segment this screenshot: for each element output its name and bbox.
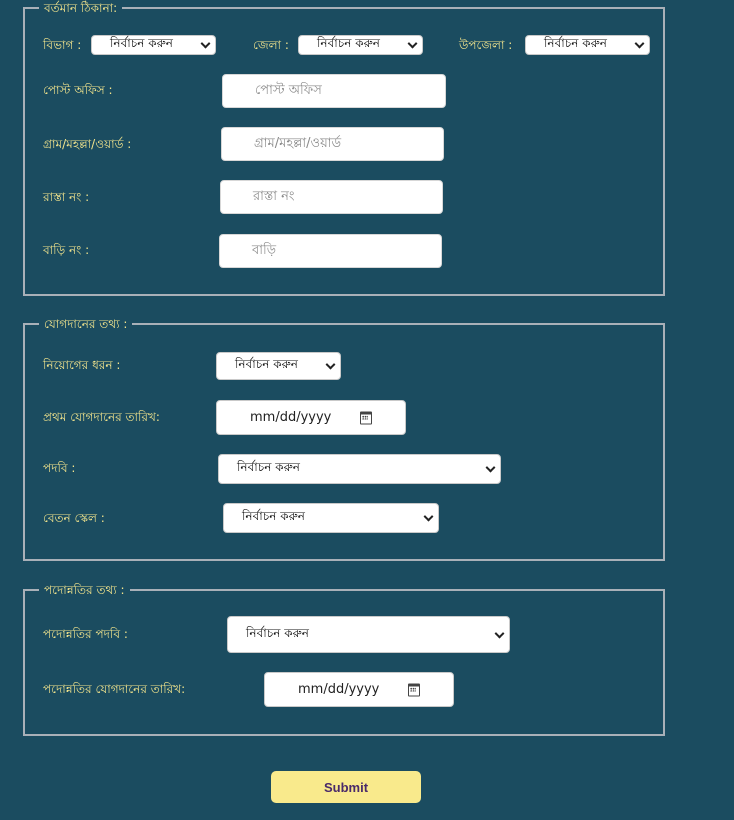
district-select-value: নির্বাচন করুন	[317, 36, 380, 50]
first-join-date-label: প্রথম যোগদানের তারিখ:	[43, 410, 160, 424]
upazila-select[interactable]: নির্বাচন করুন	[525, 35, 650, 55]
pay-scale-select[interactable]: নির্বাচন করুন	[223, 503, 439, 533]
promotion-join-date-label: পদোন্নতির যোগদানের তারিখ:	[43, 682, 186, 696]
chevron-down-icon	[325, 359, 336, 370]
division-select[interactable]: নির্বাচন করুন	[91, 35, 216, 55]
promotion-fieldset: পদোন্নতির তথ্য :	[23, 582, 665, 736]
promotion-designation-label: পদোন্নতির পদবি :	[43, 627, 128, 641]
house-placeholder: বাড়ি	[252, 242, 277, 258]
village-input[interactable]: গ্রাম/মহল্লা/ওয়ার্ড	[221, 127, 444, 161]
chevron-down-icon	[200, 38, 211, 49]
first-join-date-input[interactable]: mm/dd/yyyy	[216, 400, 406, 435]
district-select[interactable]: নির্বাচন করুন	[298, 35, 423, 55]
post-office-placeholder: পোস্ট অফিস	[255, 82, 322, 98]
pay-scale-label: বেতন স্কেল :	[43, 511, 105, 525]
promotion-legend: পদোন্নতির তথ্য :	[39, 582, 130, 598]
district-label: জেলা :	[253, 38, 289, 52]
chevron-down-icon	[407, 38, 418, 49]
house-label: বাড়ি নং :	[43, 243, 90, 257]
designation-value: নির্বাচন করুন	[237, 460, 300, 474]
chevron-down-icon	[494, 628, 505, 639]
designation-label: পদবি :	[43, 461, 76, 475]
division-select-value: নির্বাচন করুন	[110, 36, 173, 50]
submit-button[interactable]: Submit	[271, 771, 421, 803]
promotion-designation-value: নির্বাচন করুন	[246, 625, 309, 640]
division-label: বিভাগ :	[43, 38, 82, 52]
upazila-select-value: নির্বাচন করুন	[544, 36, 607, 50]
house-input[interactable]: বাড়ি	[219, 234, 442, 268]
designation-select[interactable]: নির্বাচন করুন	[218, 454, 501, 484]
chevron-down-icon	[423, 511, 434, 522]
road-placeholder: রাস্তা নং	[253, 188, 295, 204]
appointment-type-value: নির্বাচন করুন	[235, 357, 298, 371]
promotion-join-date-input[interactable]: mm/dd/yyyy	[264, 672, 454, 707]
post-office-input[interactable]: পোস্ট অফিস	[222, 74, 446, 108]
post-office-label: পোস্ট অফিস :	[43, 83, 113, 97]
road-input[interactable]: রাস্তা নং	[220, 180, 443, 214]
village-label: গ্রাম/মহল্লা/ওয়ার্ড :	[43, 137, 132, 151]
upazila-label: উপজেলা :	[459, 38, 513, 52]
chevron-down-icon	[485, 462, 496, 473]
calendar-icon[interactable]	[360, 411, 372, 424]
first-join-date-value: mm/dd/yyyy	[250, 410, 332, 425]
calendar-icon[interactable]	[408, 683, 420, 696]
appointment-type-select[interactable]: নির্বাচন করুন	[216, 352, 341, 380]
address-legend: বর্তমান ঠিকানা:	[39, 0, 123, 16]
joining-legend: যোগদানের তথ্য :	[39, 316, 133, 332]
appointment-type-label: নিয়োগের ধরন :	[43, 358, 121, 372]
chevron-down-icon	[634, 38, 645, 49]
village-placeholder: গ্রাম/মহল্লা/ওয়ার্ড	[254, 135, 342, 151]
promotion-join-date-value: mm/dd/yyyy	[298, 682, 380, 697]
pay-scale-value: নির্বাচন করুন	[242, 509, 305, 523]
promotion-designation-select[interactable]: নির্বাচন করুন	[227, 616, 510, 653]
road-label: রাস্তা নং :	[43, 190, 90, 204]
